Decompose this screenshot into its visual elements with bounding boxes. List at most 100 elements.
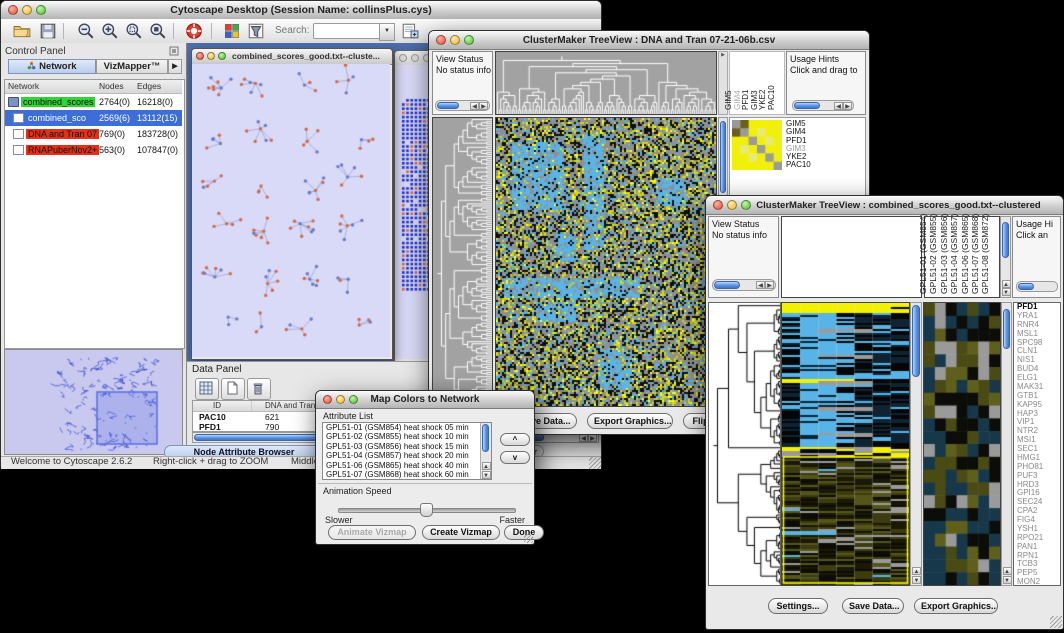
zoom-window-icon[interactable] bbox=[464, 35, 474, 45]
column-label[interactable]: GPL51-03 (GSM856) bbox=[940, 214, 949, 294]
resize-grip[interactable] bbox=[524, 534, 533, 543]
tv2-zoom-vscrollbar[interactable]: ▲ ▼ bbox=[1001, 302, 1012, 586]
attribute-list-item[interactable]: GPL51-03 (GSM856) heat shock 15 min bbox=[323, 442, 491, 451]
table-import-icon[interactable] bbox=[401, 22, 419, 40]
tv2-save-data-button[interactable]: Save Data... bbox=[842, 598, 904, 614]
gene-label[interactable]: CLN1 bbox=[1014, 347, 1060, 356]
animation-speed-slider[interactable] bbox=[338, 503, 514, 515]
tv1-zoom-heatmap[interactable] bbox=[732, 120, 782, 170]
gene-label[interactable]: NTR2 bbox=[1014, 427, 1060, 436]
tv2-usage-hints-hscrollbar[interactable] bbox=[1016, 281, 1058, 292]
network-name[interactable]: DNA and Tran 07 bbox=[26, 129, 99, 139]
gene-label[interactable]: MSL1 bbox=[1014, 330, 1060, 339]
gene-label[interactable]: RPN1 bbox=[1014, 552, 1060, 561]
column-label[interactable]: PAC10 bbox=[767, 85, 776, 110]
tab-network[interactable]: Network bbox=[8, 59, 96, 74]
gene-label[interactable]: GTB1 bbox=[1014, 392, 1060, 401]
network-overview-panel[interactable] bbox=[4, 349, 183, 455]
gene-label[interactable]: PEP5 bbox=[1014, 569, 1060, 578]
resize-grip[interactable] bbox=[1050, 616, 1062, 628]
tab-overflow-button[interactable]: ▶ bbox=[168, 59, 182, 74]
tv2-column-dendrogram[interactable] bbox=[781, 216, 922, 298]
gene-label[interactable]: PHO81 bbox=[1014, 463, 1060, 472]
network-overview-canvas[interactable] bbox=[5, 350, 182, 454]
save-icon[interactable] bbox=[39, 22, 57, 40]
column-label[interactable]: GPL51-07 (GSM868) bbox=[971, 214, 980, 294]
tv1-heatmap[interactable] bbox=[495, 117, 717, 407]
column-label[interactable]: GPL51-02 (GSM855) bbox=[929, 214, 938, 294]
gene-label[interactable]: MSI1 bbox=[1014, 436, 1060, 445]
minimize-icon[interactable] bbox=[727, 200, 737, 210]
table-row[interactable]: DNA and Tran 07769(0)183728(0) bbox=[5, 126, 182, 142]
treeview1-titlebar[interactable]: ClusterMaker TreeView : DNA and Tran 07-… bbox=[429, 31, 869, 50]
zoom-window-icon[interactable] bbox=[36, 5, 46, 15]
zoom-fit-icon[interactable] bbox=[149, 22, 167, 40]
gene-label[interactable]: RNR4 bbox=[1014, 321, 1060, 330]
gene-label[interactable]: TCB3 bbox=[1014, 560, 1060, 569]
gene-label[interactable]: YRA1 bbox=[1014, 312, 1060, 321]
new-attribute-button[interactable] bbox=[221, 378, 245, 400]
dialog-titlebar[interactable]: Map Colors to Network bbox=[316, 391, 534, 409]
gene-label[interactable]: KAP95 bbox=[1014, 401, 1060, 410]
search-dropdown-button[interactable]: ▼ bbox=[379, 23, 395, 41]
tv1-zoom-hscrollbar[interactable]: ◀ ▶ bbox=[792, 100, 854, 111]
open-folder-icon[interactable] bbox=[13, 22, 31, 40]
column-header-network[interactable]: Network bbox=[8, 81, 39, 91]
column-label[interactable]: PFD1 bbox=[741, 90, 750, 110]
scrollbar-thumb[interactable] bbox=[1018, 283, 1034, 290]
network-name[interactable]: combined_sco bbox=[26, 113, 88, 123]
minimize-icon[interactable] bbox=[22, 5, 32, 15]
column-label[interactable]: GIM5 bbox=[724, 90, 733, 110]
attribute-list-item[interactable]: GPL51-02 (GSM855) heat shock 10 min bbox=[323, 432, 491, 441]
scrollbar-thumb[interactable] bbox=[794, 102, 820, 109]
scroll-down-icon[interactable]: ▼ bbox=[912, 576, 921, 584]
scroll-right-icon[interactable]: ▶ bbox=[765, 281, 774, 289]
tv2-row-dendrogram[interactable] bbox=[708, 302, 781, 586]
treeview2-titlebar[interactable]: ClusterMaker TreeView : combined_scores_… bbox=[706, 196, 1063, 215]
gene-label[interactable]: ELG1 bbox=[1014, 374, 1060, 383]
close-icon[interactable] bbox=[8, 5, 18, 15]
gene-label[interactable]: SEC24 bbox=[1014, 498, 1060, 507]
cytoscape-titlebar[interactable]: Cytoscape Desktop (Session Name: collins… bbox=[1, 1, 601, 20]
tv1-row-dendrogram[interactable] bbox=[432, 117, 493, 407]
scroll-left-icon[interactable]: ◀ bbox=[756, 281, 765, 289]
table-row[interactable]: RNAPuberNov2+563(0)107847(0) bbox=[5, 142, 182, 158]
column-header-edges[interactable]: Edges bbox=[137, 81, 161, 91]
gene-label[interactable]: CPA2 bbox=[1014, 507, 1060, 516]
close-icon[interactable] bbox=[323, 395, 332, 404]
network-window-1-titlebar[interactable]: combined_scores_good.txt--cluste... bbox=[192, 49, 392, 65]
column-header-nodes[interactable]: Nodes bbox=[99, 81, 124, 91]
gene-label[interactable]: VIP1 bbox=[1014, 418, 1060, 427]
scroll-down-icon[interactable]: ▼ bbox=[1002, 288, 1011, 296]
gene-label[interactable]: GPI16 bbox=[1014, 489, 1060, 498]
float-panel-icon[interactable] bbox=[169, 46, 179, 56]
gene-label[interactable]: BUD4 bbox=[1014, 365, 1060, 374]
move-up-button[interactable]: ^ bbox=[500, 433, 530, 446]
gene-label[interactable]: HMG1 bbox=[1014, 454, 1060, 463]
scrollbar-thumb[interactable] bbox=[912, 305, 920, 377]
scroll-left-icon[interactable]: ◀ bbox=[834, 102, 843, 110]
attribute-list-vscrollbar[interactable]: ▲ ▼ bbox=[480, 423, 491, 479]
scroll-up-icon[interactable]: ▲ bbox=[482, 462, 491, 470]
table-row[interactable]: combined_sco2569(6)13112(15) bbox=[5, 110, 182, 126]
gene-label[interactable]: PAN1 bbox=[1014, 543, 1060, 552]
gene-label[interactable]: SEC1 bbox=[1014, 445, 1060, 454]
zoom-selected-icon[interactable] bbox=[125, 22, 143, 40]
scroll-right-icon[interactable]: ▶ bbox=[843, 102, 852, 110]
scrollbar-thumb[interactable] bbox=[720, 121, 726, 193]
create-vizmap-button[interactable]: Create Vizmap bbox=[422, 525, 500, 540]
close-icon[interactable] bbox=[196, 52, 204, 60]
zoom-window-icon[interactable] bbox=[218, 52, 226, 60]
attribute-list-item[interactable]: GPL51-06 (GSM865) heat shock 40 min bbox=[323, 461, 491, 470]
tab-vizmapper[interactable]: VizMapper™ bbox=[96, 59, 168, 74]
tv2-heatmap[interactable] bbox=[781, 302, 910, 586]
tv2-view-status-hscrollbar[interactable]: ◀ ▶ bbox=[712, 279, 776, 291]
network-name[interactable]: combined_scores bbox=[21, 97, 95, 107]
attribute-list-item[interactable]: GPL51-07 (GSM868) heat shock 60 min bbox=[323, 470, 491, 479]
close-icon[interactable] bbox=[436, 35, 446, 45]
tv2-column-labels-vscrollbar[interactable]: ▲ ▼ bbox=[1000, 216, 1011, 298]
attribute-list-item[interactable]: GPL51-01 (GSM854) heat shock 05 min bbox=[323, 423, 491, 432]
tv1-view-status-hscrollbar[interactable]: ◀ ▶ bbox=[435, 100, 490, 111]
scroll-right-icon[interactable]: ▶ bbox=[479, 102, 488, 110]
help-ring-icon[interactable] bbox=[185, 22, 203, 40]
